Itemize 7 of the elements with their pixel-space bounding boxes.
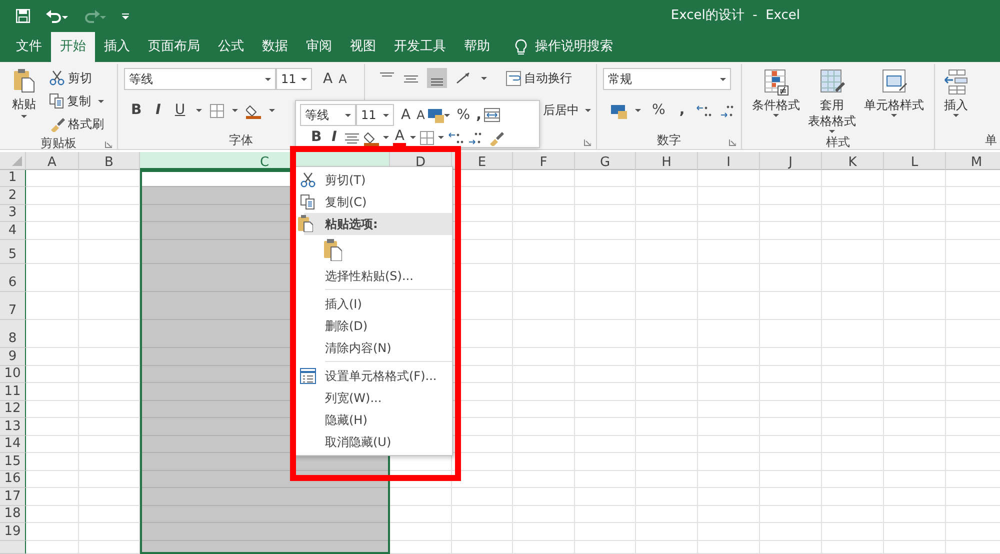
window-title: Excel的设计 - Excel xyxy=(670,7,800,26)
group-label: 样式 xyxy=(826,134,850,149)
group-label: 剪贴板 xyxy=(40,135,76,149)
group-label: 数字 xyxy=(657,132,681,149)
menu-section-label: 粘贴选项: xyxy=(325,216,378,233)
group-label: 单 xyxy=(985,132,997,149)
group-label: 字体 xyxy=(229,132,253,149)
